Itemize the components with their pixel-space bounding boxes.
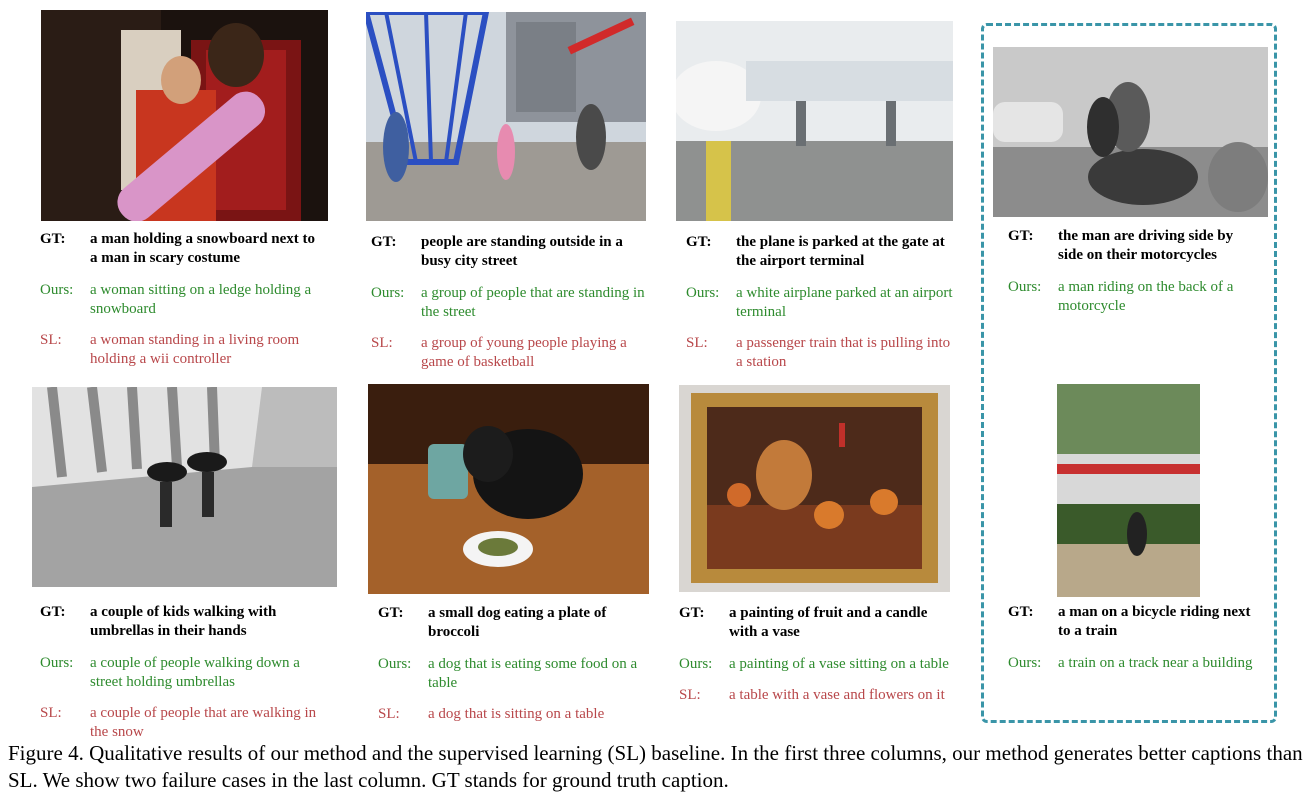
ours-caption: a white airplane parked at an airport te… bbox=[736, 285, 953, 320]
gt-label: GT: bbox=[686, 234, 712, 250]
photo-framed-painting bbox=[679, 385, 950, 592]
gt-label: GT: bbox=[1008, 228, 1034, 244]
example-caption-painting: GT: a painting of fruit and a candle with… bbox=[679, 604, 949, 705]
ours-caption: a painting of a vase sitting on a table bbox=[729, 656, 949, 672]
ours-label: Ours: bbox=[1008, 655, 1042, 671]
gt-caption: a small dog eating a plate of broccoli bbox=[428, 605, 607, 640]
ours-caption: a group of people that are standing in t… bbox=[421, 285, 645, 320]
sl-caption: a table with a vase and flowers on it bbox=[729, 687, 945, 703]
photo-dog-broccoli bbox=[368, 384, 649, 594]
sl-caption: a dog that is sitting on a table bbox=[428, 706, 605, 722]
sl-label: SL: bbox=[686, 335, 708, 351]
figure-caption: Figure 4. Qualitative results of our met… bbox=[8, 741, 1303, 792]
gt-label: GT: bbox=[371, 234, 397, 250]
sl-caption: a woman standing in a living room holdin… bbox=[90, 332, 300, 367]
sl-label: SL: bbox=[40, 332, 62, 348]
sl-label: SL: bbox=[40, 705, 62, 721]
ours-caption: a woman sitting on a ledge holding a sno… bbox=[90, 282, 312, 317]
ours-label: Ours: bbox=[679, 656, 713, 672]
example-caption-city-street: GT: people are standing outside in a busy… bbox=[371, 233, 651, 372]
ours-label: Ours: bbox=[378, 656, 412, 672]
ours-caption: a dog that is eating some food on a tabl… bbox=[428, 656, 638, 691]
ours-caption: a man riding on the back of a motorcycle bbox=[1058, 279, 1234, 314]
photo-city-street bbox=[366, 12, 646, 221]
photo-kids-umbrellas bbox=[32, 387, 337, 587]
example-caption-airplane: GT: the plane is parked at the gate at th… bbox=[686, 233, 956, 372]
ours-label: Ours: bbox=[40, 282, 74, 298]
gt-label: GT: bbox=[1008, 604, 1034, 620]
sl-label: SL: bbox=[378, 706, 400, 722]
gt-caption: a man on a bicycle riding next to a trai… bbox=[1058, 604, 1251, 639]
photo-snowboard-costume bbox=[41, 10, 328, 221]
example-caption-motorcycles: GT: the man are driving side by side on t… bbox=[1008, 227, 1258, 316]
gt-label: GT: bbox=[40, 604, 66, 620]
ours-label: Ours: bbox=[40, 655, 74, 671]
gt-label: GT: bbox=[378, 605, 404, 621]
ours-caption: a train on a track near a building bbox=[1058, 655, 1253, 671]
sl-caption: a passenger train that is pulling into a… bbox=[736, 335, 951, 370]
example-caption-bicycle-train: GT: a man on a bicycle riding next to a t… bbox=[1008, 603, 1258, 673]
gt-caption: the man are driving side by side on thei… bbox=[1058, 228, 1234, 263]
gt-label: GT: bbox=[40, 231, 66, 247]
example-caption-snowboard: GT: a man holding a snowboard next to a m… bbox=[40, 230, 320, 369]
gt-caption: the plane is parked at the gate at the a… bbox=[736, 234, 945, 269]
photo-airplane-gate bbox=[676, 21, 953, 221]
gt-caption: a painting of fruit and a candle with a … bbox=[729, 605, 928, 640]
example-caption-dog: GT: a small dog eating a plate of broccol… bbox=[378, 604, 648, 724]
example-caption-umbrellas: GT: a couple of kids walking with umbrell… bbox=[40, 603, 320, 742]
sl-label: SL: bbox=[371, 335, 393, 351]
sl-label: SL: bbox=[679, 687, 701, 703]
ours-caption: a couple of people walking down a street… bbox=[90, 655, 300, 690]
ours-label: Ours: bbox=[686, 285, 720, 301]
sl-caption: a group of young people playing a game o… bbox=[421, 335, 627, 370]
sl-caption: a couple of people that are walking in t… bbox=[90, 705, 317, 740]
gt-caption: people are standing outside in a busy ci… bbox=[421, 234, 623, 269]
gt-caption: a couple of kids walking with umbrellas … bbox=[90, 604, 277, 639]
gt-label: GT: bbox=[679, 605, 705, 621]
ours-label: Ours: bbox=[371, 285, 405, 301]
gt-caption: a man holding a snowboard next to a man … bbox=[90, 231, 316, 266]
ours-label: Ours: bbox=[1008, 279, 1042, 295]
